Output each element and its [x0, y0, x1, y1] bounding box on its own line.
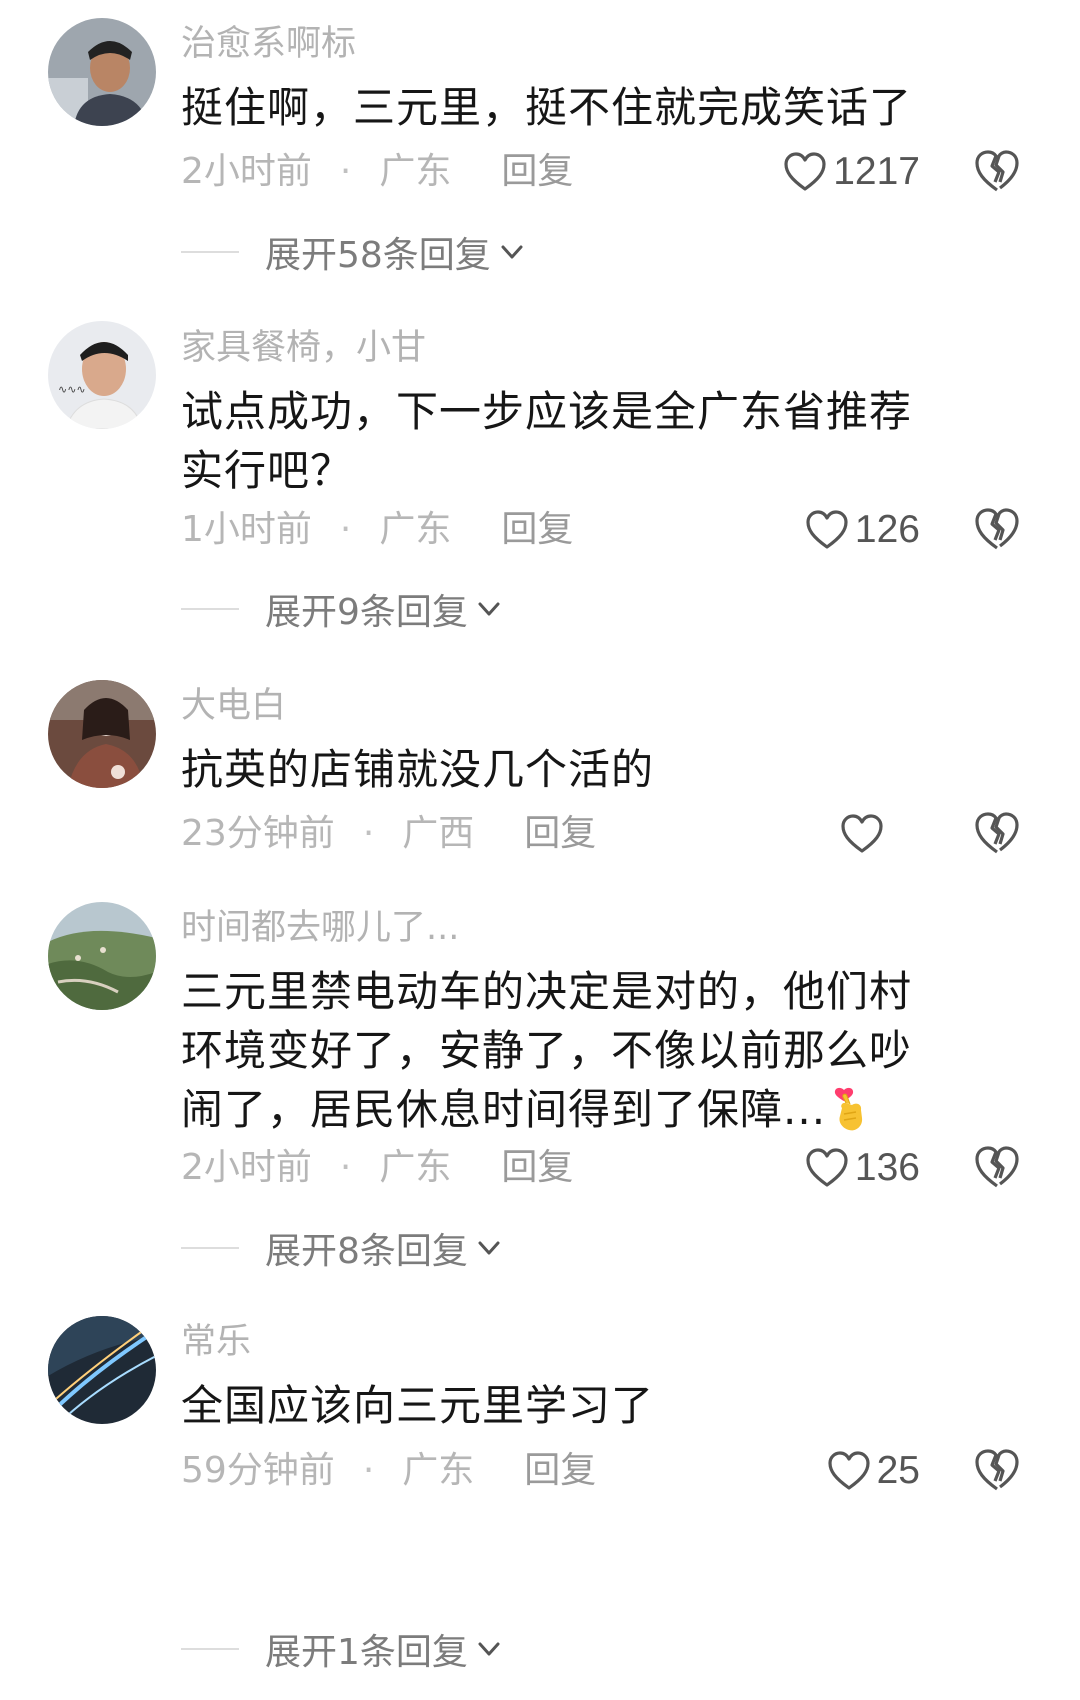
comment-text: 抗英的店铺就没几个活的 [181, 745, 655, 794]
avatar[interactable] [48, 680, 156, 788]
svg-text:∿∿∿: ∿∿∿ [58, 383, 86, 396]
divider-line [181, 1247, 239, 1249]
separator-dot: · [339, 1147, 352, 1188]
comment-meta: 2小时前 · 广东 回复 [181, 1146, 573, 1190]
username[interactable]: 家具餐椅，小甘 [181, 326, 426, 370]
reply-button[interactable]: 回复 [524, 1450, 596, 1491]
expand-replies-label: 展开8条回复 [265, 1231, 468, 1272]
timestamp: 2小时前 [181, 1147, 312, 1188]
broken-heart-icon[interactable] [972, 808, 1022, 858]
like-button[interactable]: 1217 [760, 144, 920, 200]
heart-outline-icon [828, 1451, 870, 1490]
broken-heart-icon[interactable] [972, 146, 1022, 196]
separator-dot: · [362, 813, 375, 854]
expand-replies-button[interactable]: 展开58条回复 [181, 230, 527, 276]
expand-replies-button[interactable]: 展开1条回复 [181, 1627, 504, 1673]
like-button[interactable]: 126 [760, 502, 920, 558]
location: 广东 [379, 509, 452, 550]
separator-dot: · [339, 509, 352, 550]
avatar[interactable] [48, 18, 156, 126]
reply-button[interactable]: 回复 [501, 509, 573, 550]
heart-outline-icon [784, 152, 826, 191]
location: 广东 [402, 1450, 475, 1491]
avatar[interactable] [48, 902, 156, 1010]
separator-dot: · [362, 1450, 375, 1491]
heart-outline-icon [806, 510, 848, 549]
divider-line [181, 1648, 239, 1650]
expand-replies-button[interactable]: 展开8条回复 [181, 1226, 504, 1272]
username[interactable]: 常乐 [181, 1320, 251, 1364]
chevron-down-icon [501, 245, 523, 259]
reply-button[interactable]: 回复 [501, 1147, 573, 1188]
broken-heart-icon[interactable] [972, 1445, 1022, 1495]
comment-text: 全国应该向三元里学习了 [181, 1381, 655, 1430]
expand-replies-label: 展开1条回复 [265, 1632, 468, 1673]
divider-line [181, 251, 239, 253]
comment-text: 试点成功，下一步应该是全广东省推荐实行吧？ [181, 387, 913, 495]
reply-button[interactable]: 回复 [501, 151, 573, 192]
chevron-down-icon [478, 1241, 500, 1255]
comment-text: 三元里禁电动车的决定是对的，他们村环境变好了，安静了，不像以前那么吵闹了，居民休… [181, 962, 951, 1149]
divider-line [181, 608, 239, 610]
like-count: 136 [854, 1146, 920, 1189]
username[interactable]: 时间都去哪儿了... [181, 906, 459, 950]
like-count: 126 [854, 508, 920, 551]
heart-outline-icon [841, 814, 883, 853]
like-button[interactable]: 136 [760, 1140, 920, 1196]
broken-heart-icon[interactable] [972, 504, 1022, 554]
comment-text: 挺住啊，三元里，挺不住就完成笑话了 [181, 83, 913, 132]
chevron-down-icon [478, 602, 500, 616]
comment-meta: 59分钟前 · 广东 回复 [181, 1449, 596, 1493]
like-button[interactable] [766, 806, 886, 862]
comment-meta: 2小时前 · 广东 回复 [181, 150, 573, 194]
comment-meta: 23分钟前 · 广西 回复 [181, 812, 596, 856]
separator-dot: · [339, 151, 352, 192]
like-count: 25 [876, 1449, 920, 1492]
location: 广西 [402, 813, 475, 854]
username[interactable]: 治愈系啊标 [181, 22, 356, 66]
timestamp: 59分钟前 [181, 1450, 335, 1491]
timestamp: 1小时前 [181, 509, 312, 550]
comment-text-body: 三元里禁电动车的决定是对的，他们村环境变好了，安静了，不像以前那么吵闹了，居民休… [181, 967, 913, 1134]
location: 广东 [379, 1147, 452, 1188]
broken-heart-icon[interactable] [972, 1142, 1022, 1192]
timestamp: 23分钟前 [181, 813, 335, 854]
timestamp: 2小时前 [181, 151, 312, 192]
expand-replies-button[interactable]: 展开9条回复 [181, 587, 504, 633]
avatar[interactable] [48, 1316, 156, 1424]
chevron-down-icon [478, 1642, 500, 1656]
comment-meta: 1小时前 · 广东 回复 [181, 508, 573, 552]
heart-outline-icon [806, 1148, 848, 1187]
expand-replies-label: 展开9条回复 [265, 592, 468, 633]
like-button[interactable]: 25 [760, 1443, 920, 1499]
like-count: 1217 [833, 150, 920, 193]
location: 广东 [379, 151, 452, 192]
reply-button[interactable]: 回复 [524, 813, 596, 854]
username[interactable]: 大电白 [181, 684, 286, 728]
expand-replies-label: 展开58条回复 [265, 235, 491, 276]
avatar[interactable]: ∿∿∿ [48, 321, 156, 429]
